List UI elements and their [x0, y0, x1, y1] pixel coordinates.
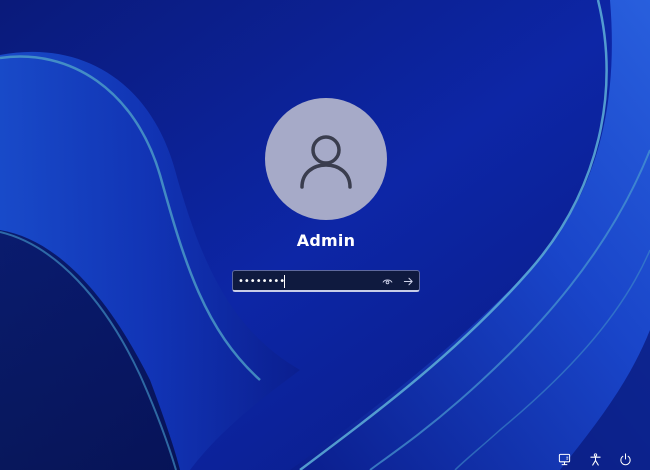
reveal-password-button[interactable] [378, 273, 396, 289]
password-field[interactable] [232, 270, 420, 292]
power-icon [619, 452, 631, 465]
user-avatar [265, 98, 387, 220]
submit-password-button[interactable] [399, 273, 417, 289]
person-icon [300, 135, 352, 189]
password-input[interactable] [238, 272, 378, 290]
power-button[interactable] [618, 452, 632, 466]
username-label: Admin [296, 231, 356, 250]
text-caret [284, 275, 285, 288]
network-icon [558, 453, 570, 465]
accessibility-icon [589, 452, 601, 466]
accessibility-button[interactable] [588, 452, 602, 466]
network-button[interactable] [557, 452, 571, 466]
arrow-right-icon [403, 277, 413, 285]
eye-icon [382, 279, 392, 284]
